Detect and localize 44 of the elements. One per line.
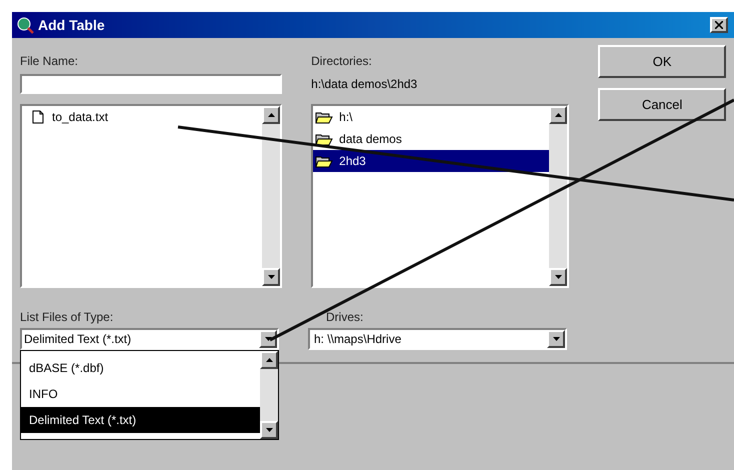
folder-icon bbox=[315, 132, 334, 146]
file-type-option[interactable]: dBASE (*.dbf) bbox=[21, 355, 260, 381]
dialog-button[interactable]: Cancel bbox=[598, 88, 726, 121]
file-type-option[interactable]: Delimited Text (*.txt) bbox=[21, 407, 260, 433]
directory-item[interactable]: 2hd3 bbox=[339, 154, 366, 168]
file-list[interactable]: to_data.txt bbox=[20, 104, 282, 288]
down-arrow-icon bbox=[268, 275, 275, 279]
window-title: Add Table bbox=[38, 16, 106, 34]
file-type-label: List Files of Type: bbox=[20, 309, 114, 324]
directory-item[interactable]: data demos bbox=[339, 132, 402, 146]
drives-dropdown[interactable]: h: \\maps\Hdrive bbox=[308, 328, 567, 350]
folder-icon bbox=[315, 154, 334, 168]
down-arrow-icon bbox=[266, 428, 272, 432]
close-icon bbox=[715, 21, 723, 29]
scroll-down-button[interactable] bbox=[549, 268, 568, 286]
down-arrow-icon bbox=[264, 337, 272, 341]
file-name-field[interactable] bbox=[20, 74, 282, 94]
dropdown-button[interactable] bbox=[547, 330, 565, 348]
close-button[interactable] bbox=[710, 17, 728, 33]
file-type-option[interactable]: INFO bbox=[21, 381, 260, 407]
directory-item[interactable]: h:\ bbox=[339, 110, 352, 124]
globe-magnifier-icon bbox=[16, 16, 34, 34]
scroll-down-button[interactable] bbox=[262, 268, 280, 286]
dropdown-button[interactable] bbox=[259, 330, 277, 348]
scroll-up-button[interactable] bbox=[262, 106, 280, 124]
folder-icon bbox=[315, 110, 334, 124]
file-name-label: File Name: bbox=[20, 53, 80, 68]
scroll-up-button[interactable] bbox=[549, 106, 568, 124]
scroll-up-button[interactable] bbox=[260, 351, 278, 369]
scroll-down-button[interactable] bbox=[260, 421, 278, 439]
dialog-button[interactable]: OK bbox=[598, 45, 726, 78]
file-type-list[interactable]: dBASE (*.dbf) INFO Delimited Text (*.txt) bbox=[20, 350, 279, 440]
file-item[interactable]: to_data.txt bbox=[52, 108, 108, 126]
up-arrow-icon bbox=[268, 113, 275, 117]
down-arrow-icon bbox=[552, 337, 560, 341]
down-arrow-icon bbox=[554, 275, 562, 279]
directory-list[interactable]: h:\ data demos 2hd3 bbox=[311, 104, 570, 288]
up-arrow-icon bbox=[266, 358, 272, 362]
directories-label: Directories: bbox=[311, 53, 373, 68]
document-icon bbox=[32, 110, 44, 124]
up-arrow-icon bbox=[554, 113, 562, 117]
directory-path: h:\data demos\2hd3 bbox=[311, 76, 418, 93]
drives-label: Drives: bbox=[326, 309, 364, 324]
file-type-dropdown[interactable]: Delimited Text (*.txt) bbox=[20, 328, 279, 350]
